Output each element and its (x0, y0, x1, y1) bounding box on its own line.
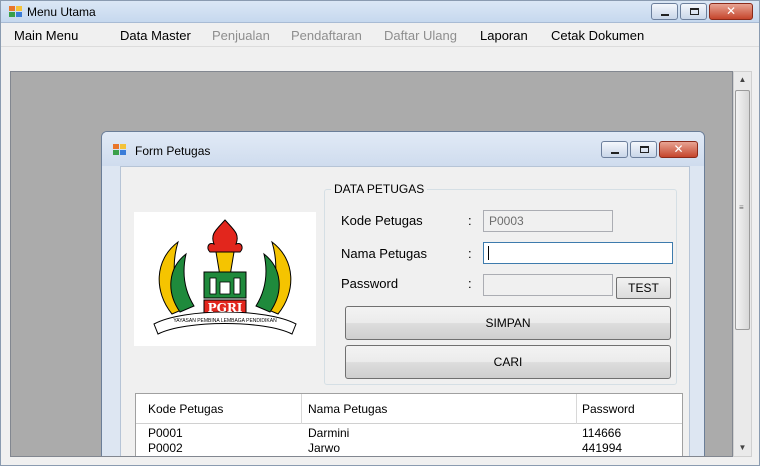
menubar: Main Menu Data Master Penjualan Pendafta… (1, 23, 759, 47)
logo-ribbon-text: YAYASAN PEMBINA LEMBAGA PENDIDIKAN (173, 318, 277, 324)
kode-petugas-input[interactable] (483, 210, 613, 232)
main-window-title: Menu Utama (27, 5, 96, 19)
mdi-client-area: Form Petugas ✕ PGRI YAYASAN PEMBINA LEMB… (10, 71, 733, 457)
main-titlebar[interactable]: Menu Utama ✕ (1, 1, 759, 23)
grid-header-password[interactable]: Password (582, 402, 635, 416)
test-button[interactable]: TEST (616, 277, 671, 299)
close-button[interactable]: ✕ (709, 3, 753, 20)
column-divider[interactable] (576, 394, 577, 424)
minimize-icon (611, 152, 619, 154)
form-window-controls: ✕ (599, 141, 698, 158)
menu-pendaftaran[interactable]: Pendaftaran (291, 28, 362, 43)
password-input[interactable] (483, 274, 613, 296)
row1-nama: Darmini (308, 426, 350, 440)
row2-kode: P0002 (148, 441, 183, 455)
form-client-area: PGRI YAYASAN PEMBINA LEMBAGA PENDIDIKAN … (120, 166, 690, 456)
pgri-logo: PGRI YAYASAN PEMBINA LEMBAGA PENDIDIKAN (134, 212, 316, 346)
menu-cetak-dokumen[interactable]: Cetak Dokumen (551, 28, 644, 43)
menu-main-menu[interactable]: Main Menu (14, 28, 78, 43)
nama-petugas-input[interactable] (483, 242, 673, 264)
nama-colon: : (468, 246, 472, 261)
maximize-icon (640, 146, 649, 153)
grid-header-kode[interactable]: Kode Petugas (148, 402, 223, 416)
menu-data-master[interactable]: Data Master (120, 28, 191, 43)
close-icon: ✕ (725, 4, 737, 18)
row2-password: 441994 (582, 441, 623, 455)
scroll-up-arrow-icon[interactable]: ▲ (734, 72, 751, 88)
menu-daftar-ulang[interactable]: Daftar Ulang (384, 28, 457, 43)
form-petugas-window: Form Petugas ✕ PGRI YAYASAN PEMBINA LEMB… (101, 131, 705, 456)
simpan-button[interactable]: SIMPAN (345, 306, 671, 340)
maximize-button[interactable] (680, 3, 707, 20)
row1-password: 114666 (582, 426, 622, 440)
grid-header: Kode Petugas Nama Petugas Password (136, 394, 682, 424)
nama-petugas-label: Nama Petugas (341, 246, 427, 261)
cari-button[interactable]: CARI (345, 345, 671, 379)
menu-laporan[interactable]: Laporan (480, 28, 528, 43)
form-close-button[interactable]: ✕ (659, 141, 698, 158)
main-window-controls: ✕ (649, 3, 753, 21)
app-icon (9, 6, 23, 18)
password-label: Password (341, 276, 399, 291)
minimize-icon (661, 14, 669, 16)
column-divider[interactable] (301, 394, 302, 424)
text-caret (488, 246, 489, 260)
group-title: DATA PETUGAS (331, 182, 428, 196)
scroll-down-arrow-icon[interactable]: ▼ (734, 440, 751, 456)
close-icon: ✕ (673, 142, 684, 156)
form-icon (113, 144, 127, 156)
kode-colon: : (468, 213, 472, 228)
grip-icon: ≡ (739, 203, 744, 212)
logo-emblem-text: PGRI (207, 301, 243, 315)
data-petugas-group: DATA PETUGAS Kode Petugas : Nama Petugas… (324, 182, 677, 385)
menu-penjualan[interactable]: Penjualan (212, 28, 270, 43)
pgri-emblem-icon (153, 219, 297, 335)
form-maximize-button[interactable] (630, 141, 657, 158)
grid-header-nama[interactable]: Nama Petugas (308, 402, 387, 416)
maximize-icon (690, 8, 699, 15)
form-titlebar[interactable]: Form Petugas ✕ (102, 132, 704, 166)
row1-kode: P0001 (148, 426, 183, 440)
form-minimize-button[interactable] (601, 141, 628, 158)
password-colon: : (468, 276, 472, 291)
minimize-button[interactable] (651, 3, 678, 20)
scroll-thumb[interactable]: ≡ (735, 90, 750, 330)
kode-petugas-label: Kode Petugas (341, 213, 423, 228)
main-window: Menu Utama ✕ Main Menu Data Master Penju… (0, 0, 760, 466)
petugas-grid[interactable]: Kode Petugas Nama Petugas Password P0001… (135, 393, 683, 456)
form-title: Form Petugas (135, 144, 211, 158)
vertical-scrollbar[interactable]: ▲ ≡ ▼ (733, 71, 752, 457)
row2-nama: Jarwo (308, 441, 341, 455)
